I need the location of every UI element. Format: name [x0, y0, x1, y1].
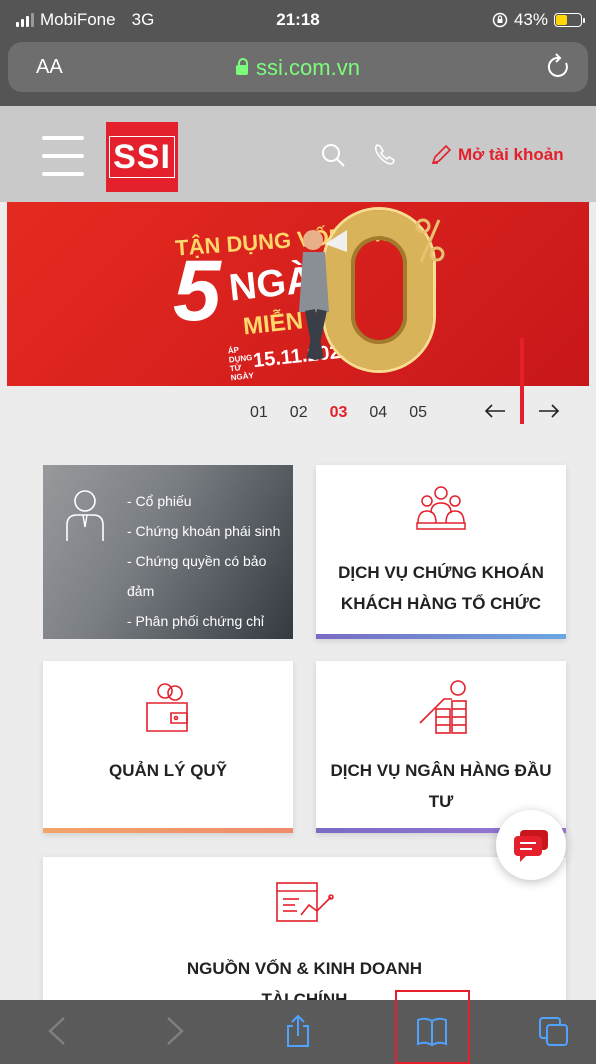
url-text: ssi.com.vn — [256, 55, 360, 80]
banner-number: 5 — [173, 243, 221, 339]
phone-icon[interactable] — [372, 142, 398, 168]
reload-icon[interactable] — [546, 53, 572, 81]
search-icon[interactable] — [320, 142, 346, 168]
wallet-icon — [146, 683, 188, 732]
page-1[interactable]: 01 — [250, 404, 268, 422]
pencil-icon — [431, 144, 452, 165]
browser-toolbar — [0, 990, 596, 1064]
battery-icon — [554, 13, 585, 27]
lock-icon — [236, 58, 249, 75]
person-icon — [66, 490, 104, 541]
brokerage-card[interactable]: - Cổ phiếu - Chứng khoán phái sinh - Chứ… — [43, 465, 293, 639]
arrow-right-icon[interactable] — [538, 401, 560, 421]
banner-pager: 01 02 03 04 05 — [250, 404, 427, 422]
card-accent-bar — [43, 828, 293, 833]
status-bar: MobiFone 3G 21:18 43% — [0, 0, 596, 38]
ssi-logo[interactable]: SSI — [106, 122, 178, 192]
card-title: QUẢN LÝ QUỸ — [108, 761, 228, 780]
card-title: DỊCH VỤ NGÂN HÀNG ĐẦU TƯ — [330, 761, 552, 811]
open-account-label: Mở tài khoản — [458, 145, 564, 164]
institutional-services-card[interactable]: DỊCH VỤ CHỨNG KHOÁN KHÁCH HÀNG TỔ CHỨC — [316, 465, 566, 639]
capital-trading-card[interactable]: NGUỒN VỐN & KINH DOANHTÀI CHÍNH — [43, 857, 566, 1017]
open-account-link[interactable]: Mở tài khoản — [430, 144, 564, 166]
orientation-lock-icon — [492, 12, 508, 28]
brokerage-list: - Cổ phiếu - Chứng khoán phái sinh - Chứ… — [127, 489, 280, 633]
page-5[interactable]: 05 — [409, 404, 427, 422]
list-item[interactable]: - Chứng quyền có bảo — [127, 549, 280, 573]
page-2[interactable]: 02 — [290, 404, 308, 422]
status-right: 43% — [492, 10, 585, 30]
megaphone-man-image — [299, 230, 347, 361]
card-accent-bar — [316, 634, 566, 639]
list-item[interactable]: - Chứng khoán phái sinh — [127, 519, 280, 543]
browser-top-bar: AA ssi.com.vn — [0, 38, 596, 106]
back-icon[interactable] — [42, 1014, 74, 1048]
bookmarks-icon[interactable] — [416, 1014, 448, 1048]
percent-icon — [415, 218, 445, 263]
list-item[interactable]: - Phân phối chứng chỉ — [127, 609, 280, 633]
menu-icon[interactable] — [42, 136, 84, 176]
chat-button[interactable] — [496, 810, 566, 880]
arrow-left-icon[interactable] — [484, 401, 506, 421]
annotation-line — [520, 338, 524, 424]
page-4[interactable]: 04 — [369, 404, 387, 422]
forward-icon[interactable] — [158, 1014, 190, 1048]
list-item[interactable]: - Cổ phiếu — [127, 489, 280, 513]
report-chart-icon — [276, 882, 334, 922]
site-header: SSI Mở tài khoản — [0, 106, 596, 202]
address-bar[interactable]: AA ssi.com.vn — [8, 42, 588, 92]
investment-banking-card[interactable]: DỊCH VỤ NGÂN HÀNG ĐẦU TƯ — [316, 661, 566, 833]
promo-banner[interactable]: TẬN DỤNG VỐN VAY 5 NGÀY MIỄN LÃI ÁP DỤNG… — [7, 202, 589, 386]
growth-coins-icon — [419, 680, 467, 734]
battery-percent: 43% — [513, 10, 548, 29]
chat-icon — [514, 830, 548, 862]
url-display[interactable]: ssi.com.vn — [8, 55, 588, 81]
fund-management-card[interactable]: QUẢN LÝ QUỸ — [43, 661, 293, 833]
team-icon — [416, 486, 466, 530]
share-icon[interactable] — [282, 1014, 314, 1048]
list-item[interactable]: đảm — [127, 579, 280, 603]
card-title: DỊCH VỤ CHỨNG KHOÁN KHÁCH HÀNG TỔ CHỨC — [338, 563, 544, 613]
page-3[interactable]: 03 — [330, 404, 348, 422]
tabs-icon[interactable] — [538, 1014, 570, 1048]
